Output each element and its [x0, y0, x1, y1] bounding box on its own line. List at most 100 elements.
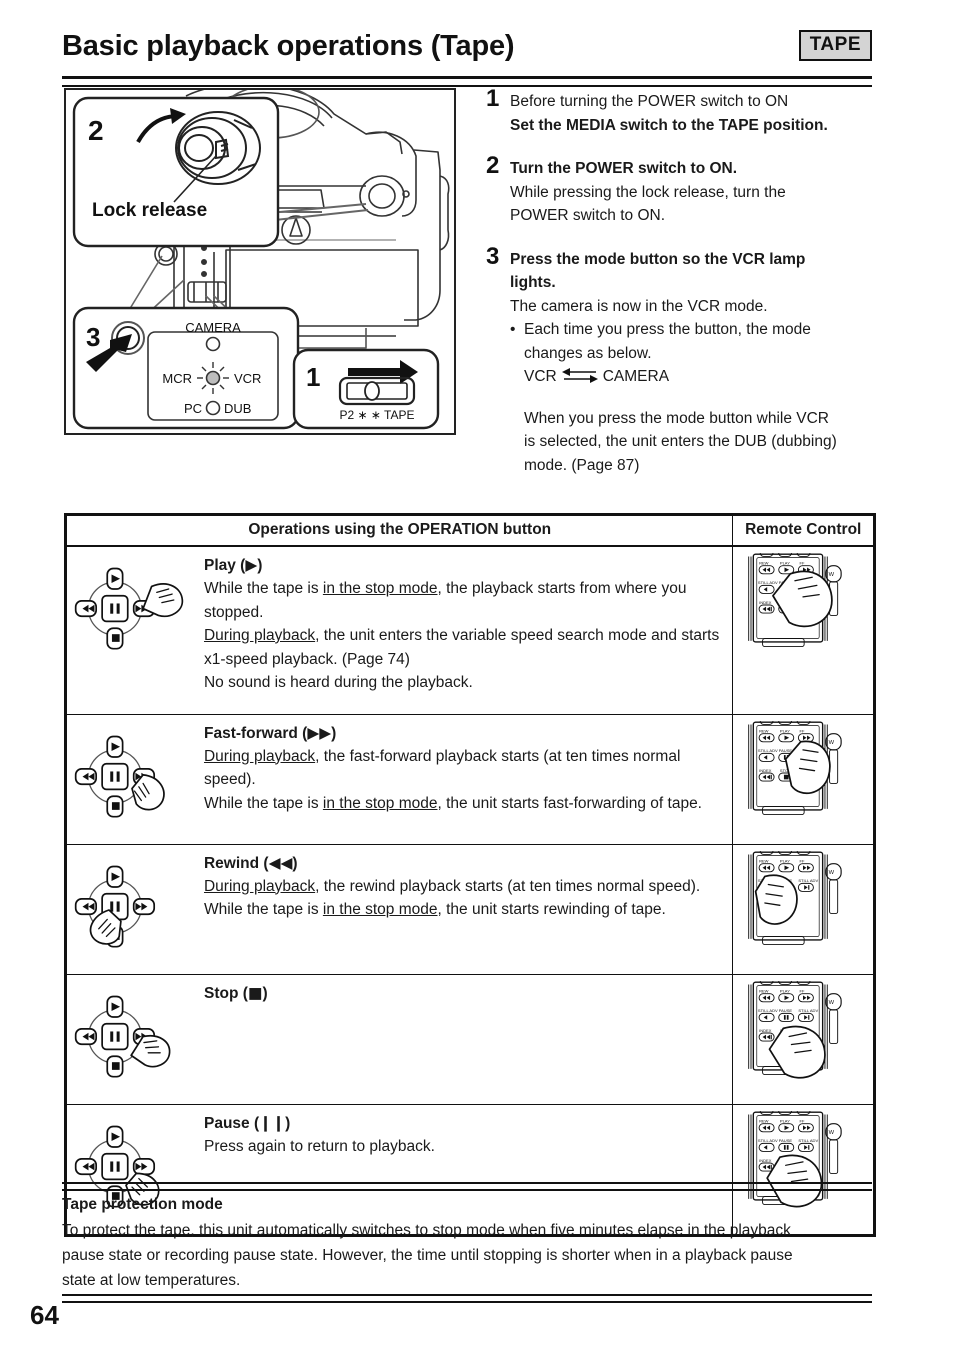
svg-text:STILL ADV: STILL ADV — [799, 1138, 819, 1143]
operation-button-cell — [65, 973, 198, 1105]
note-divider-bottom — [62, 1294, 872, 1303]
svg-text:PLAY: PLAY — [780, 858, 790, 863]
operation-description-cell: Stop (■) — [197, 973, 734, 1105]
svg-text:FF: FF — [800, 1118, 805, 1123]
step-3: 3 Press the mode button so the VCR lamp … — [486, 243, 876, 478]
operation-paragraph: Press again to return to playback. — [203, 1137, 435, 1155]
step-1-number: 1 — [486, 85, 500, 112]
rewind-glyph-icon: ◀◀ — [268, 853, 293, 872]
svg-text:STILL ADV: STILL ADV — [799, 1008, 819, 1013]
svg-text:W: W — [829, 870, 835, 876]
steps-list: 1 Before turning the POWER switch to ON … — [486, 86, 876, 491]
svg-text:INDEX: INDEX — [759, 1157, 772, 1162]
step-3-line-2: lights. — [510, 274, 556, 291]
operation-paragraph: While the tape is in the stop mode, the … — [203, 794, 702, 812]
pause-glyph-icon: ❙❙ — [259, 1113, 286, 1132]
remote-control-cell: REW PLAY FF STILL ADV PAUSE STILL ADV IN… — [732, 545, 874, 715]
note-divider-top — [62, 1182, 872, 1191]
svg-text:W: W — [829, 1130, 835, 1136]
operation-button-cluster[interactable] — [68, 851, 196, 969]
operation-title: Rewind (◀◀) — [203, 853, 298, 872]
svg-text:FF: FF — [800, 858, 805, 863]
step-2-number: 2 — [486, 152, 500, 179]
svg-text:PAUSE: PAUSE — [779, 1008, 793, 1013]
camera-figure: 2 Lock release 3 CAMERA MCR VCR PC DUB 1… — [64, 88, 456, 435]
operation-paragraph: During playback, the unit enters the var… — [203, 627, 720, 668]
svg-text:INDEX: INDEX — [759, 600, 772, 605]
header-operations: Operations using the OPERATION button — [65, 515, 734, 547]
svg-text:INDEX: INDEX — [759, 1027, 772, 1032]
callout-1-media-switch: 1 P2 ∗ ∗ TAPE — [292, 348, 440, 430]
operation-paragraph: While the tape is in the stop mode, the … — [203, 580, 687, 621]
svg-text:REW: REW — [759, 858, 769, 863]
step-3-bullet-line-2: changes as below. — [524, 344, 652, 362]
manual-page: Basic playback operations (Tape) TAPE 2 … — [0, 0, 954, 1354]
step-2-line-2: While pressing the lock release, turn th… — [510, 183, 786, 201]
remote-control-illustration[interactable]: REW PLAY FF STILL ADV PAUSE STILL ADV IN… — [744, 843, 862, 955]
operation-paragraph: While the tape is in the stop mode, the … — [203, 901, 666, 918]
step-2-line-1: Turn the POWER switch to ON. — [510, 160, 738, 177]
svg-text:PLAY: PLAY — [780, 561, 790, 566]
svg-text:STILL ADV: STILL ADV — [758, 1138, 778, 1143]
table-body: Play (▶) While the tape is in the stop mo… — [65, 545, 874, 1235]
note-line-3: state at low temperatures. — [62, 1272, 241, 1289]
svg-text:REW: REW — [759, 728, 769, 733]
svg-text:REW: REW — [759, 1118, 769, 1123]
step-3-line-1: Press the mode button so the VCR lamp — [510, 250, 806, 268]
operation-title: Fast-forward (▶▶) — [203, 723, 337, 742]
operation-description-cell: Play (▶) While the tape is in the stop mo… — [197, 545, 734, 715]
operation-paragraph: No sound is heard during the playback. — [203, 674, 473, 691]
header-divider — [62, 76, 872, 87]
mode-cycle-left: VCR — [524, 368, 557, 385]
operation-description-cell: Rewind (◀◀) During playback, the rewind p… — [197, 843, 734, 975]
operation-button-cell — [65, 713, 198, 845]
step-2-line-3: POWER switch to ON. — [510, 207, 666, 224]
step-3-number: 3 — [486, 242, 500, 270]
svg-text:W: W — [829, 740, 835, 746]
play-glyph-icon: ▶ — [245, 556, 258, 574]
svg-text:PAUSE: PAUSE — [779, 1138, 793, 1143]
remote-control-cell: REW PLAY FF STILL ADV PAUSE STILL ADV IN… — [732, 843, 874, 975]
operation-title: Pause (❙❙) — [203, 1113, 291, 1132]
callout-1-number: 1 — [306, 362, 320, 392]
fast-forward-glyph-icon: ▶▶ — [307, 723, 332, 742]
page-title: Basic playback operations (Tape) — [62, 30, 515, 62]
operation-button-cluster[interactable] — [68, 721, 196, 839]
svg-text:W: W — [829, 1000, 835, 1006]
svg-text:FF: FF — [800, 728, 805, 733]
remote-control-illustration[interactable]: REW PLAY FF STILL ADV PAUSE STILL ADV IN… — [744, 545, 862, 657]
operation-button-cell — [65, 843, 198, 975]
note-line-1: To protect the tape, this unit automatic… — [62, 1222, 791, 1239]
svg-text:FF: FF — [800, 988, 805, 993]
operation-paragraph: During playback, the rewind playback sta… — [203, 877, 701, 895]
svg-text:STILL ADV: STILL ADV — [799, 878, 819, 883]
header-remote: Remote Control — [732, 515, 874, 547]
table-header-row: Operations using the OPERATION button Re… — [65, 515, 874, 547]
svg-text:INDEX: INDEX — [759, 767, 772, 772]
remote-control-illustration[interactable]: REW PLAY FF STILL ADV PAUSE STILL ADV IN… — [744, 713, 862, 825]
step-1-line-2: Set the MEDIA switch to the TAPE positio… — [510, 116, 828, 134]
operation-title: Play (▶) — [203, 556, 263, 574]
table-row: Stop (■) REW PLAY FF STILL ADV PAUSE STI… — [65, 973, 874, 1105]
svg-text:PLAY: PLAY — [780, 988, 790, 993]
operation-button-cluster[interactable] — [68, 981, 196, 1099]
operation-paragraph: During playback, the fast-forward playba… — [203, 747, 681, 789]
svg-text:REW: REW — [759, 988, 769, 993]
operation-description-cell: Fast-forward (▶▶) During playback, the fa… — [197, 713, 734, 845]
svg-text:STILL ADV: STILL ADV — [758, 748, 778, 753]
step-1-line-1: Before turning the POWER switch to ON — [510, 93, 789, 110]
step-2: 2 Turn the POWER switch to ON. While pre… — [486, 153, 876, 228]
remote-control-illustration[interactable]: REW PLAY FF STILL ADV PAUSE STILL ADV IN… — [744, 973, 862, 1085]
page-header: Basic playback operations (Tape) TAPE — [62, 24, 872, 80]
table-row: Play (▶) While the tape is in the stop mo… — [65, 545, 874, 715]
media-switch-label: P2 ∗ ∗ TAPE — [339, 408, 414, 422]
page-number: 64 — [30, 1300, 59, 1330]
status-badge: TAPE — [798, 30, 872, 61]
step-3-trailing-2: is selected, the unit enters the DUB (du… — [524, 433, 837, 450]
remote-control-cell: REW PLAY FF STILL ADV PAUSE STILL ADV IN… — [732, 973, 874, 1105]
note-line-2: pause state or recording pause state. Ho… — [62, 1247, 793, 1264]
step-3-trailing-3: mode. (Page 87) — [524, 456, 640, 474]
mode-cycle: VCR CAMERA — [510, 365, 876, 389]
cycle-arrows-icon — [561, 368, 598, 383]
operation-button-cluster[interactable] — [68, 553, 196, 671]
